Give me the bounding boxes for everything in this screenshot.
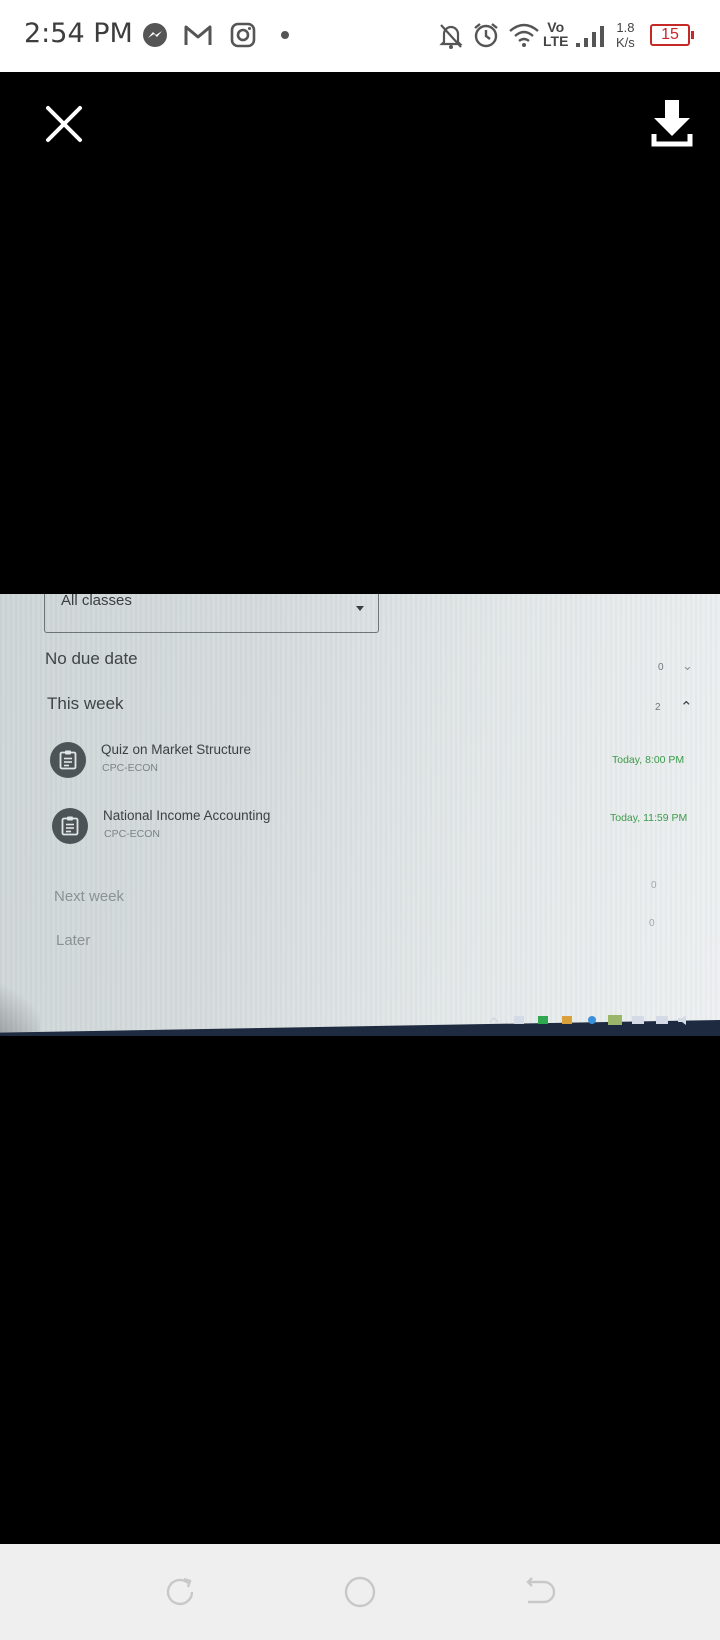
class-filter-select: All classes [44,594,379,633]
volte-icon: Vo LTE [543,20,568,48]
section-next-week: Next week [54,888,125,905]
back-icon [526,1577,556,1604]
recents-icon [166,1577,194,1606]
attachment-photo[interactable]: All classes No due date 0 ⌄ This week 2 … [0,594,720,1036]
alarm-icon [472,21,500,54]
speed-value: 1.8 [616,20,635,35]
status-bar: 2:54 PM Vo LTE 1.8 K/s 15 [0,0,720,72]
count-this-week: 2 [655,702,661,713]
section-this-week: This week [47,694,124,713]
home-icon [344,1576,376,1608]
dot-icon [281,31,289,39]
close-button[interactable] [40,100,88,148]
messenger-icon [142,22,168,53]
system-nav-bar [0,1544,720,1640]
speed-unit: K/s [616,35,635,50]
wifi-icon [508,22,540,53]
recents-button[interactable] [162,1574,198,1610]
section-later: Later [56,932,91,949]
download-icon [651,100,693,147]
count-later: 0 [649,918,655,929]
home-button[interactable] [342,1574,378,1610]
count-no-due-date: 0 [658,662,664,673]
download-button[interactable] [648,98,696,150]
assignment-icon [50,742,86,778]
instagram-icon [230,22,256,53]
task-due: Today, 11:59 PM [610,812,688,824]
back-button[interactable] [520,1574,556,1610]
class-filter-value: All classes [61,594,132,609]
gmail-icon [183,23,213,52]
status-time: 2:54 PM [24,18,133,49]
section-no-due-date: No due date [45,649,138,668]
task-due: Today, 8:00 PM [612,754,685,766]
bell-off-icon [438,22,464,55]
signal-icon [576,26,606,53]
task-class: CPC-ECON [104,828,161,840]
photo-shadow [0,954,40,1036]
network-speed: 1.8 K/s [616,20,635,50]
chevron-down-icon: ⌄ [682,658,693,673]
task-title: National Income Accounting [103,808,271,823]
task-title: Quiz on Market Structure [101,742,252,757]
close-icon [46,106,82,142]
dropdown-caret-icon [356,606,364,611]
count-next-week: 0 [651,880,657,891]
assignment-icon [52,808,88,844]
taskbar-tray-icons [480,1010,720,1030]
battery-indicator: 15 [650,24,694,46]
chevron-up-icon: ⌃ [680,699,693,716]
volte-line2: LTE [543,33,569,49]
task-class: CPC-ECON [102,762,159,774]
